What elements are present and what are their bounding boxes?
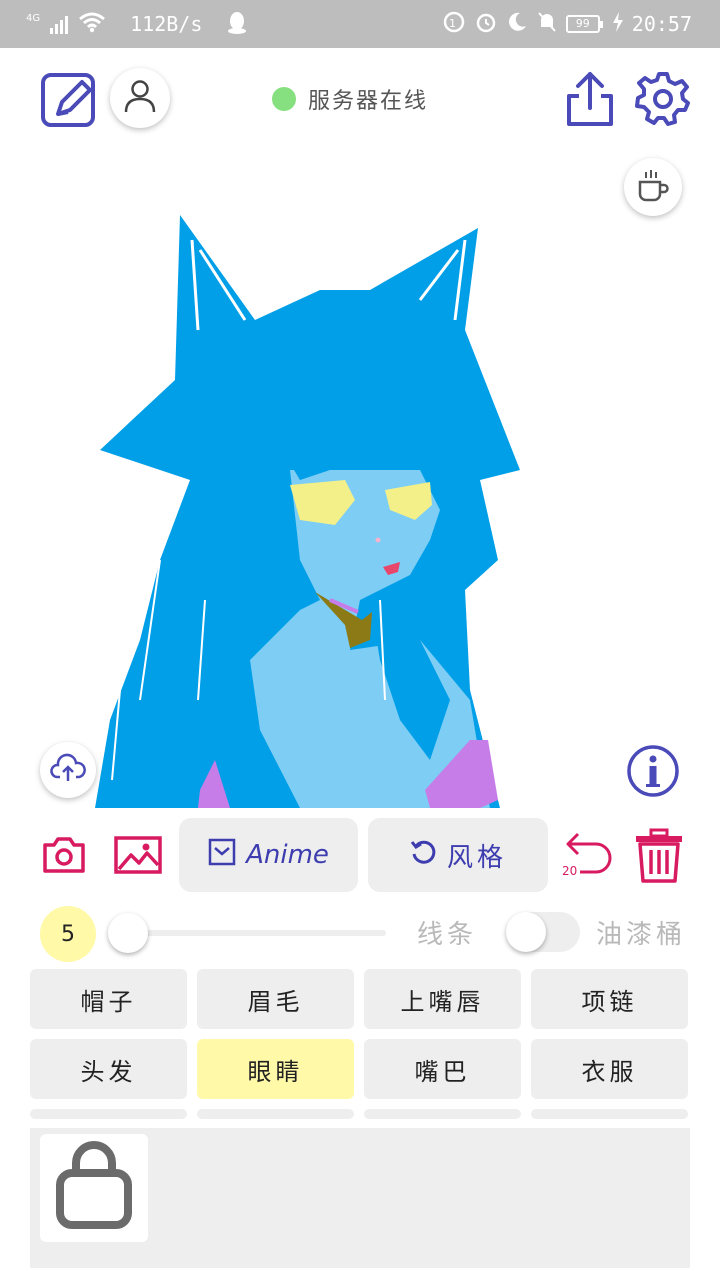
undo-count: 20 (562, 864, 578, 878)
model-label: Anime (246, 840, 329, 870)
image-icon[interactable] (112, 834, 164, 876)
brush-size-slider[interactable] (128, 930, 386, 936)
tag-partial[interactable] (531, 1109, 688, 1119)
style-button[interactable]: 风格 (368, 818, 548, 892)
tag-necklace[interactable]: 项链 (531, 969, 688, 1029)
wifi-icon (78, 11, 106, 37)
tag-partial[interactable] (197, 1109, 354, 1119)
checkbox-icon (208, 838, 236, 873)
tag-partial[interactable] (30, 1109, 187, 1119)
signal-icon (50, 14, 69, 34)
tag-eyes[interactable]: 眼睛 (197, 1039, 354, 1099)
alarm-icon (474, 10, 498, 38)
tag-partial[interactable] (364, 1109, 521, 1119)
coffee-button[interactable] (624, 158, 682, 216)
brush-size-badge: 5 (40, 906, 96, 962)
moon-icon (506, 11, 528, 37)
bag-icon (54, 1141, 134, 1235)
svg-text:1: 1 (449, 17, 456, 30)
model-select-button[interactable]: Anime (179, 818, 358, 892)
account-button[interactable] (110, 68, 170, 128)
shop-button[interactable] (40, 1134, 148, 1242)
server-status: 服务器在线 (272, 84, 428, 114)
edit-square-icon[interactable] (40, 70, 98, 128)
info-icon[interactable] (626, 744, 680, 798)
network-type: 4G (26, 12, 41, 24)
brush-size-slider-thumb[interactable] (108, 913, 148, 953)
mute-bell-icon (536, 10, 558, 38)
battery-icon: 99 (565, 15, 603, 33)
network-speed: 112B/s (130, 12, 203, 36)
clock: 20:57 (631, 12, 692, 36)
tag-clothes[interactable]: 衣服 (531, 1039, 688, 1099)
refresh-icon (409, 838, 437, 873)
fill-mode-toggle-knob[interactable] (506, 912, 546, 952)
tag-mouth[interactable]: 嘴巴 (364, 1039, 521, 1099)
share-icon[interactable] (564, 70, 616, 128)
user-icon (124, 79, 156, 117)
tag-upper-lip[interactable]: 上嘴唇 (364, 969, 521, 1029)
tag-hat[interactable]: 帽子 (30, 969, 187, 1029)
mode-fill-label: 油漆桶 (596, 920, 687, 950)
app-root: 4G 112B/s 1 99 20:57 服务器在线 Anime 风格 20 5… (0, 0, 720, 1280)
cloud-upload-icon (50, 753, 86, 787)
style-label: 风格 (446, 842, 507, 873)
tag-eyebrows[interactable]: 眉毛 (197, 969, 354, 1029)
mode-line-label: 线条 (417, 920, 478, 950)
qq-icon (226, 10, 248, 38)
upload-button[interactable] (40, 742, 96, 798)
data-saver-icon: 1 (442, 10, 466, 38)
status-dot (272, 87, 296, 111)
tag-hair[interactable]: 头发 (30, 1039, 187, 1099)
server-status-text: 服务器在线 (308, 89, 429, 114)
sketch-drawing (95, 215, 520, 808)
gear-icon[interactable] (634, 70, 692, 128)
charging-icon (612, 12, 624, 36)
camera-icon[interactable] (40, 834, 88, 876)
trash-icon[interactable] (634, 828, 684, 884)
drawing-canvas[interactable] (0, 145, 720, 810)
status-bar: 4G 112B/s 1 99 20:57 (0, 0, 720, 48)
coffee-cup-icon (636, 168, 670, 206)
